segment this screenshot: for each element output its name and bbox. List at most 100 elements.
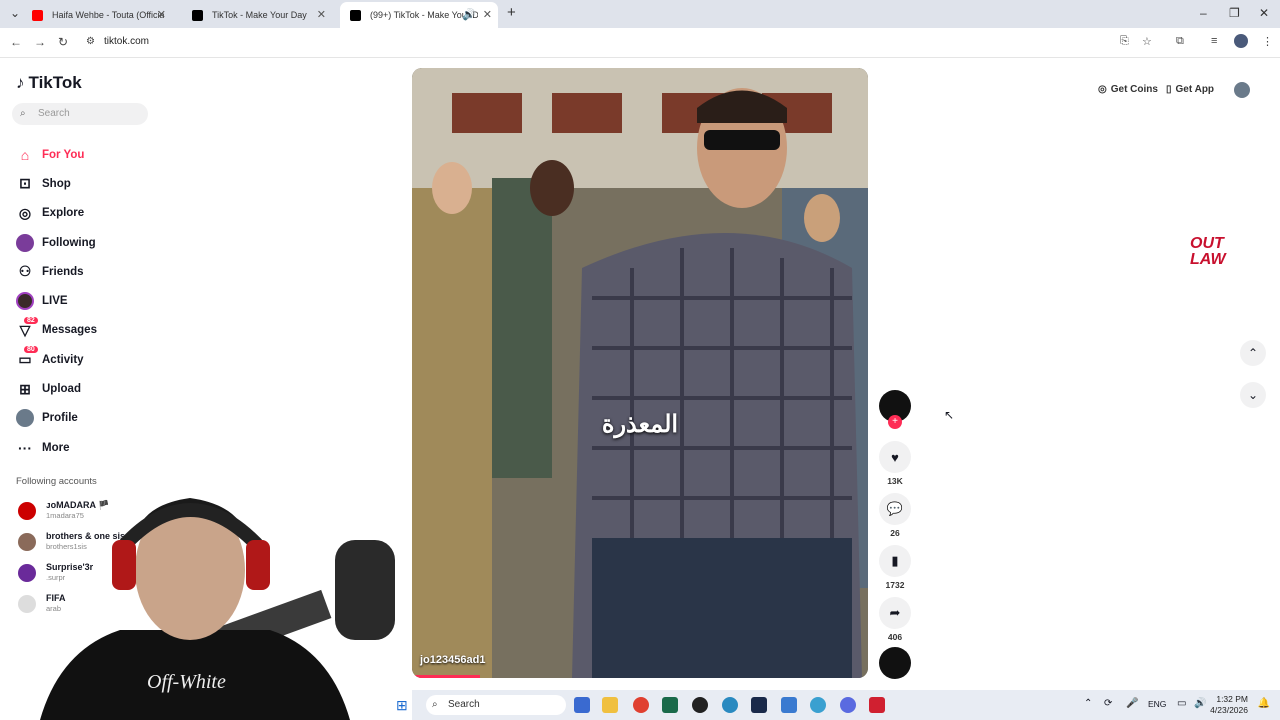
nav-shop[interactable]: ⊡ Shop bbox=[16, 169, 97, 198]
extensions-icon[interactable]: ⧉ bbox=[1176, 35, 1184, 48]
home-icon: ⌂ bbox=[20, 146, 30, 163]
task-view-icon[interactable] bbox=[574, 697, 590, 713]
video-player[interactable]: المعذرة jo123456ad1 bbox=[412, 68, 868, 678]
shop-icon: ⊡ bbox=[19, 175, 31, 192]
save-button[interactable]: ▮ 1732 bbox=[878, 545, 912, 590]
nav-label: Activity bbox=[42, 353, 84, 366]
like-button[interactable]: ♥ 13K bbox=[878, 441, 912, 486]
sync-icon[interactable]: ⟳ bbox=[1104, 698, 1112, 709]
tray-chevron-icon[interactable]: ⌃ bbox=[1084, 698, 1092, 709]
maximize-button[interactable]: ❐ bbox=[1229, 6, 1240, 20]
browser-tab-1[interactable]: Haifa Wehbe - Touta (Official M ✕ bbox=[22, 2, 172, 28]
network-icon[interactable]: ▭ bbox=[1177, 698, 1186, 709]
close-icon[interactable]: ✕ bbox=[483, 8, 492, 21]
app-icon[interactable] bbox=[722, 697, 738, 713]
nav-for-you[interactable]: ⌂ For You bbox=[16, 140, 97, 169]
speaker-icon[interactable]: 🔊 bbox=[462, 8, 476, 21]
save-count: 1732 bbox=[885, 580, 905, 590]
close-window-button[interactable]: ✕ bbox=[1259, 6, 1269, 20]
windows-start-icon[interactable]: ⊞ bbox=[396, 697, 408, 714]
nav-label: LIVE bbox=[42, 295, 68, 308]
activity-badge: 80 bbox=[24, 346, 38, 354]
clock-date: 4/23/2026 bbox=[1210, 705, 1248, 715]
chevron-down-icon: ⌄ bbox=[1247, 388, 1259, 402]
tiktok-favicon-icon bbox=[192, 10, 203, 21]
upload-icon: ⊞ bbox=[19, 380, 31, 397]
nav-activity[interactable]: ▭ 80 Activity bbox=[16, 345, 97, 374]
clock-time: 1:32 PM bbox=[1216, 694, 1248, 704]
forward-icon[interactable]: → bbox=[34, 35, 46, 49]
tab-search-icon[interactable]: ⌄ bbox=[10, 6, 20, 20]
get-app-button[interactable]: ▯ Get App bbox=[1166, 84, 1214, 95]
nav-label: For You bbox=[42, 148, 85, 161]
menu-kebab-icon[interactable]: ⋮ bbox=[1262, 35, 1273, 48]
user-avatar[interactable] bbox=[1234, 82, 1250, 98]
following-avatar-icon bbox=[16, 233, 34, 252]
close-icon[interactable]: ✕ bbox=[157, 8, 166, 21]
nav-following[interactable]: Following bbox=[16, 228, 97, 257]
file-explorer-icon[interactable] bbox=[602, 697, 618, 713]
browser-tab-strip: ⌄ Haifa Wehbe - Touta (Official M ✕ TikT… bbox=[0, 0, 1280, 28]
nav-explore[interactable]: ◎ Explore bbox=[16, 199, 97, 228]
comment-icon: 💬 bbox=[879, 493, 911, 525]
nav-profile[interactable]: Profile bbox=[16, 404, 97, 433]
browser-tab-3[interactable]: (99+) TikTok - Make Your Da 🔊 ✕ bbox=[340, 2, 498, 28]
discord-icon[interactable] bbox=[840, 697, 856, 713]
music-disc-icon[interactable] bbox=[879, 647, 911, 679]
steam-icon[interactable] bbox=[751, 697, 767, 713]
app-icon[interactable] bbox=[810, 697, 826, 713]
profile-avatar-icon[interactable] bbox=[1234, 34, 1248, 48]
install-app-icon[interactable]: ⎘ bbox=[1120, 35, 1129, 48]
app-icon[interactable] bbox=[692, 697, 708, 713]
app-icon[interactable] bbox=[869, 697, 885, 713]
mic-icon[interactable]: 🎤 bbox=[1126, 698, 1138, 709]
nav-friends[interactable]: ⚇ Friends bbox=[16, 257, 97, 286]
outlaw-line2: LAW bbox=[1190, 251, 1226, 268]
streamer-webcam-image: Off-White bbox=[40, 498, 395, 720]
notification-icon[interactable]: 🔔 bbox=[1258, 698, 1270, 709]
address-bar: ← → ↻ ⚙ tiktok.com ⎘ ☆ ⧉ ≡ ⋮ bbox=[0, 28, 1280, 58]
nav-upload[interactable]: ⊞ Upload bbox=[16, 374, 97, 403]
nav-live[interactable]: LIVE bbox=[16, 286, 97, 315]
volume-icon[interactable]: 🔊 bbox=[1194, 698, 1206, 709]
browser-tab-2[interactable]: TikTok - Make Your Day ✕ bbox=[182, 2, 332, 28]
compass-icon: ◎ bbox=[18, 204, 32, 221]
youtube-favicon-icon bbox=[32, 10, 43, 21]
new-tab-button[interactable]: + bbox=[507, 4, 516, 21]
friends-icon: ⚇ bbox=[18, 263, 32, 280]
video-username[interactable]: jo123456ad1 bbox=[420, 654, 485, 666]
comment-button[interactable]: 💬 26 bbox=[878, 493, 912, 538]
minimize-button[interactable]: – bbox=[1200, 6, 1207, 20]
main-nav: ⌂ For You ⊡ Shop ◎ Explore Following ⚇ F… bbox=[16, 140, 97, 462]
reload-icon[interactable]: ↻ bbox=[58, 35, 68, 49]
search-icon: ⌕ bbox=[432, 699, 438, 710]
tab-title: TikTok - Make Your Day bbox=[212, 10, 307, 20]
chrome-icon[interactable] bbox=[633, 697, 649, 713]
share-button[interactable]: ➦ 406 bbox=[878, 597, 912, 642]
follow-plus-icon[interactable]: + bbox=[888, 415, 902, 429]
video-progress-bar[interactable] bbox=[412, 675, 481, 678]
app-icon[interactable] bbox=[781, 697, 797, 713]
nav-more[interactable]: ··· More bbox=[16, 433, 97, 462]
tab-groups-icon[interactable]: ≡ bbox=[1211, 35, 1217, 47]
site-info-icon[interactable]: ⚙ bbox=[86, 36, 95, 47]
terminal-icon[interactable] bbox=[662, 697, 678, 713]
video-frame-image bbox=[412, 68, 868, 678]
previous-video-button[interactable]: ⌃ bbox=[1240, 340, 1266, 366]
back-icon[interactable]: ← bbox=[10, 35, 22, 49]
system-clock[interactable]: 1:32 PM 4/23/2026 bbox=[1210, 694, 1248, 716]
taskbar-search[interactable]: ⌕ Search bbox=[426, 695, 566, 715]
url-field[interactable]: tiktok.com bbox=[104, 36, 149, 47]
shirt-text: Off-White bbox=[147, 671, 226, 693]
nav-label: Explore bbox=[42, 207, 85, 220]
tab-title: Haifa Wehbe - Touta (Official M bbox=[52, 10, 164, 20]
get-coins-button[interactable]: ◎ Get Coins bbox=[1098, 84, 1158, 95]
bookmark-star-icon[interactable]: ☆ bbox=[1142, 35, 1152, 48]
nav-messages[interactable]: ▽ 82 Messages bbox=[16, 316, 97, 345]
tiktok-logo[interactable]: ♪ TikTok bbox=[16, 73, 82, 93]
search-input[interactable]: ⌕ Search bbox=[12, 103, 148, 125]
close-icon[interactable]: ✕ bbox=[317, 8, 326, 21]
nav-label: More bbox=[42, 441, 70, 454]
next-video-button[interactable]: ⌄ bbox=[1240, 382, 1266, 408]
language-indicator[interactable]: ENG bbox=[1148, 699, 1166, 709]
